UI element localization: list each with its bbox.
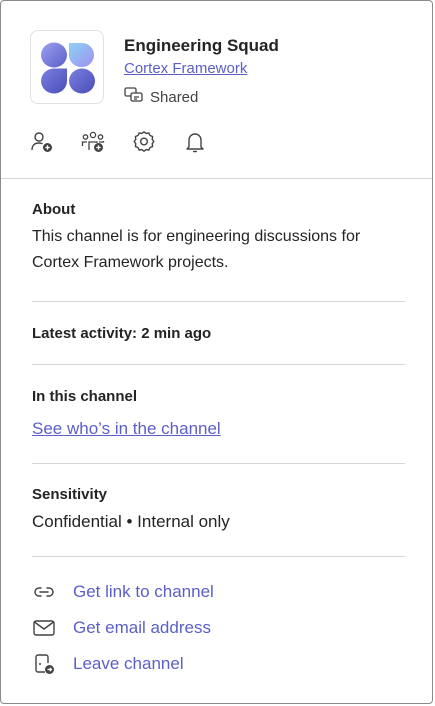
get-link-label: Get link to channel [73, 582, 214, 601]
sensitivity-heading: Sensitivity [32, 486, 108, 503]
members-heading: In this channel [32, 388, 138, 405]
shared-icon [124, 86, 144, 108]
sensitivity-section: Sensitivity Confidential • Internal only [32, 486, 405, 535]
about-section: About This channel is for engineering di… [32, 201, 405, 276]
team-name-link[interactable]: Cortex Framework [124, 60, 247, 77]
shared-label: Shared [150, 88, 199, 106]
bell-icon [186, 133, 204, 153]
leave-icon [32, 652, 56, 676]
notifications-button[interactable] [182, 129, 208, 155]
latest-activity: Latest activity: 2 min ago [32, 325, 212, 342]
channel-header: Engineering Squad Cortex Framework Share… [1, 1, 432, 178]
members-section: In this channel See who’s in the channel [32, 388, 405, 439]
channel-title: Engineering Squad [124, 36, 279, 55]
header-divider [1, 178, 432, 179]
get-email-label: Get email address [73, 618, 211, 637]
about-heading: About [32, 201, 76, 218]
channel-action-bar [29, 129, 233, 155]
add-person-icon [31, 132, 52, 152]
leave-channel-label: Leave channel [73, 654, 184, 673]
section-divider [32, 463, 405, 464]
see-members-link[interactable]: See who’s in the channel [32, 419, 405, 439]
section-divider [32, 364, 405, 365]
about-description: This channel is for engineering discussi… [32, 228, 361, 271]
team-logo [30, 30, 104, 104]
link-icon [32, 580, 56, 604]
shared-indicator: Shared [124, 86, 198, 108]
add-member-button[interactable] [29, 129, 55, 155]
channel-info-card: Engineering Squad Cortex Framework Share… [0, 0, 433, 704]
mail-icon [32, 616, 56, 640]
settings-button[interactable] [131, 129, 157, 155]
leave-channel-button[interactable]: Leave channel [32, 652, 184, 676]
gear-icon [133, 131, 155, 152]
section-divider [32, 556, 405, 557]
get-link-button[interactable]: Get link to channel [32, 580, 214, 604]
team-logo-icon [41, 42, 95, 94]
get-email-button[interactable]: Get email address [32, 616, 211, 640]
add-group-button[interactable] [80, 129, 106, 155]
activity-section: Latest activity: 2 min ago [32, 325, 405, 342]
sensitivity-value: Confidential • Internal only [32, 512, 230, 531]
add-group-icon [81, 131, 105, 152]
section-divider [32, 301, 405, 302]
